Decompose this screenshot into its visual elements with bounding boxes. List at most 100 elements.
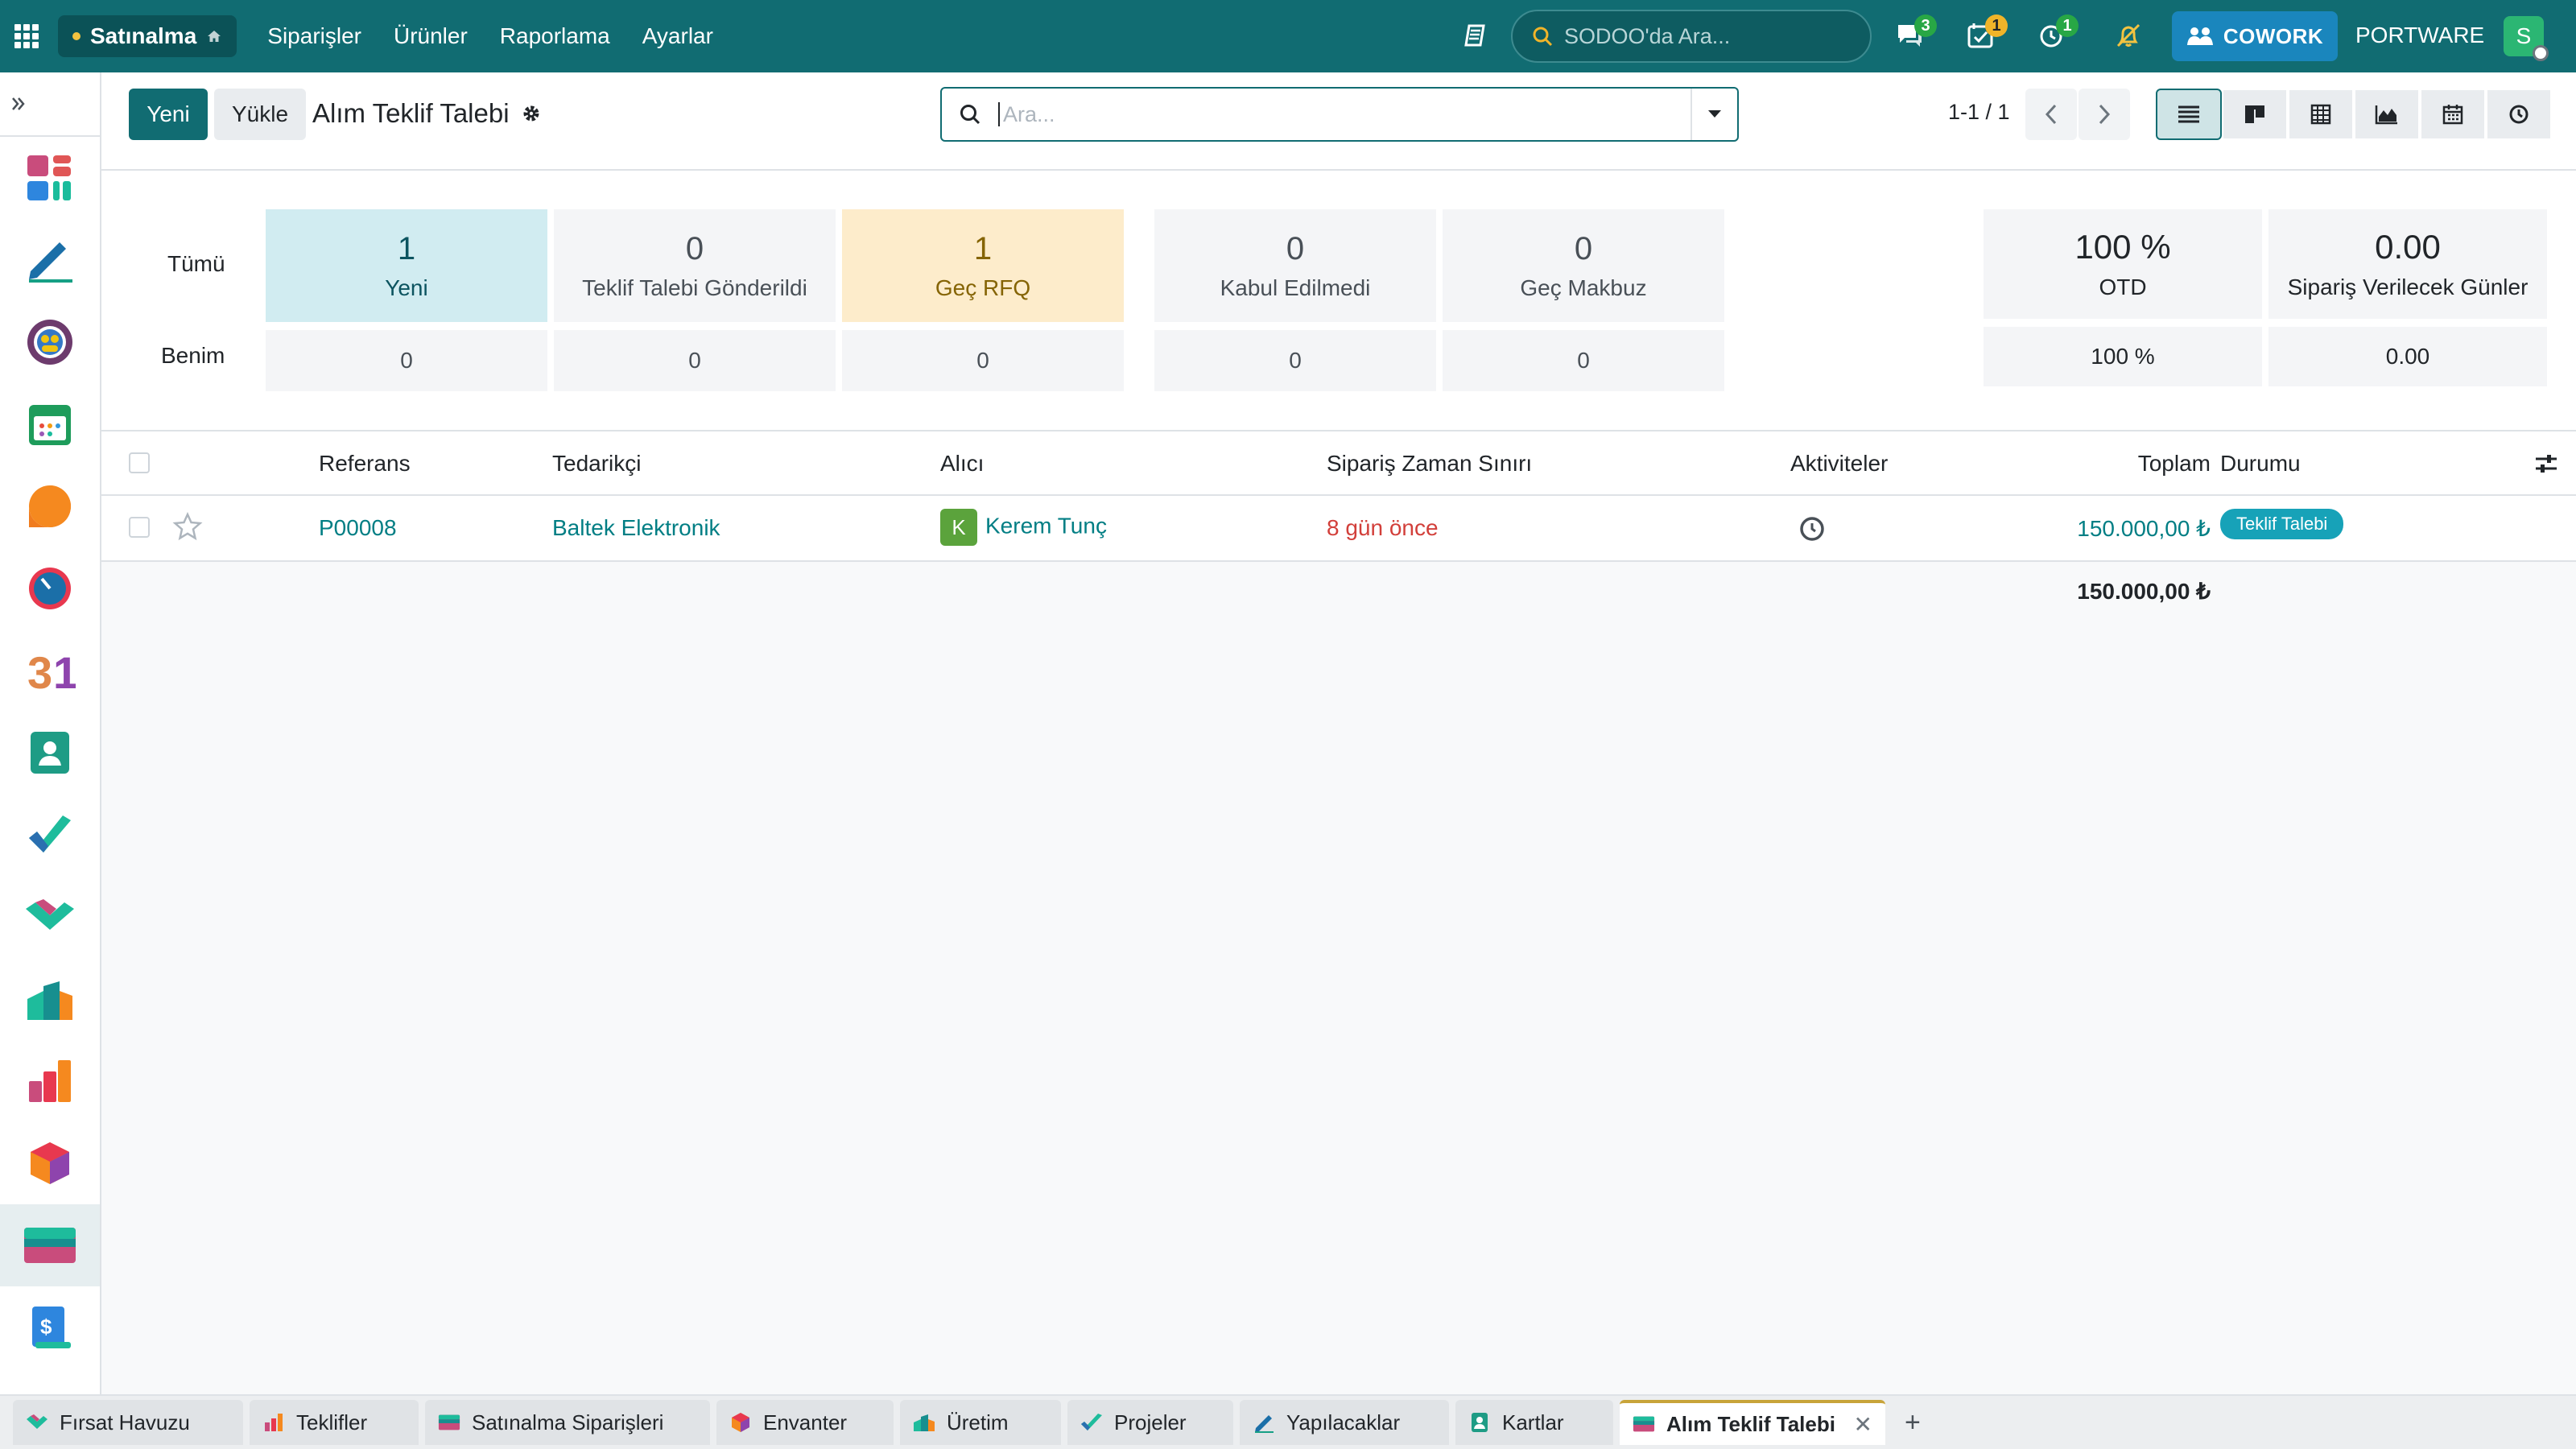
tab-cards[interactable]: Kartlar <box>1455 1400 1613 1445</box>
row-checkbox[interactable] <box>129 517 150 538</box>
tab-inventory[interactable]: Envanter <box>716 1400 894 1445</box>
row-label-all: Tümü <box>167 251 225 276</box>
column-vendor[interactable]: Tedarikçi <box>552 451 641 477</box>
company-switcher[interactable]: PORTWARE <box>2355 23 2484 48</box>
sidebar-app-calendar[interactable] <box>0 383 100 465</box>
table-icon <box>2310 104 2331 125</box>
mine-late-receipt[interactable]: 0 <box>1443 330 1724 391</box>
bottom-tab-bar: Fırsat Havuzu Teklifler Satınalma Sipari… <box>0 1394 2576 1449</box>
timer-icon[interactable]: 1 <box>2035 14 2079 52</box>
cowork-button[interactable]: COWORK <box>2172 11 2338 61</box>
sidebar-app-crm[interactable] <box>0 876 100 958</box>
activity-view-button[interactable] <box>2486 89 2552 140</box>
kpi-value: 100 % <box>2074 228 2171 266</box>
mine-late-rfq[interactable]: 0 <box>842 330 1124 391</box>
card-late-rfq[interactable]: 1 Geç RFQ <box>842 209 1124 322</box>
card-value: 0 <box>1574 230 1593 266</box>
pager-previous[interactable] <box>2025 89 2077 140</box>
kpi-label: OTD <box>2099 275 2147 299</box>
column-buyer[interactable]: Alıcı <box>940 451 984 477</box>
row-buyer-cell[interactable]: K Kerem Tunç <box>940 509 1107 546</box>
mine-new[interactable]: 0 <box>266 330 547 391</box>
activity-clock-icon[interactable] <box>1798 515 1826 543</box>
card-late-receipt[interactable]: 0 Geç Makbuz <box>1443 209 1724 322</box>
pager-value[interactable]: 1-1 / 1 <box>1948 100 2010 125</box>
pivot-view-button[interactable] <box>2288 89 2354 140</box>
column-total[interactable]: Toplam <box>2138 451 2211 477</box>
row-vendor[interactable]: Baltek Elektronik <box>552 515 720 541</box>
kanban-view-button[interactable] <box>2222 89 2288 140</box>
svg-text:3: 3 <box>27 647 52 695</box>
column-reference[interactable]: Referans <box>319 451 411 477</box>
search-options-toggle[interactable] <box>1690 89 1737 140</box>
expand-sidebar-icon[interactable] <box>0 72 100 137</box>
mine-rfq-sent[interactable]: 0 <box>554 330 836 391</box>
menu-products[interactable]: Ürünler <box>394 23 468 49</box>
notifications-off-icon[interactable] <box>2112 19 2145 52</box>
docs-icon[interactable] <box>1459 19 1491 52</box>
select-all-checkbox[interactable] <box>129 452 150 473</box>
tab-manufacturing[interactable]: Üretim <box>900 1400 1061 1445</box>
tab-rfq[interactable]: Alım Teklif Talebi ✕ <box>1620 1400 1885 1445</box>
tab-quotations[interactable]: Teklifler <box>250 1400 419 1445</box>
column-order-deadline[interactable]: Sipariş Zaman Sınırı <box>1327 451 1532 477</box>
card-rfq-sent[interactable]: 0 Teklif Talebi Gönderildi <box>554 209 836 322</box>
sidebar-app-todo[interactable] <box>0 794 100 876</box>
pencil-app-icon <box>29 242 72 283</box>
search-input[interactable]: Ara... <box>940 87 1739 142</box>
mine-not-acknowledged[interactable]: 0 <box>1154 330 1436 391</box>
calendar-view-button[interactable] <box>2420 89 2486 140</box>
new-button[interactable]: Yeni <box>129 89 208 140</box>
search-icon <box>1533 27 1553 47</box>
sidebar-app-discuss[interactable] <box>0 465 100 547</box>
tab-opportunity-pool[interactable]: Fırsat Havuzu <box>13 1400 243 1445</box>
activities-icon[interactable]: 1 <box>1964 14 2008 52</box>
table-row[interactable]: P00008 Baltek Elektronik K Kerem Tunç 8 g… <box>101 496 2576 562</box>
sidebar-app-products[interactable] <box>0 1122 100 1204</box>
menu-orders[interactable]: Siparişler <box>267 23 361 49</box>
graph-view-button[interactable] <box>2354 89 2420 140</box>
tab-label: Satınalma Siparişleri <box>472 1410 664 1435</box>
tab-projects[interactable]: Projeler <box>1067 1400 1233 1445</box>
column-activities[interactable]: Aktiviteler <box>1790 451 1888 477</box>
contacts-app-icon <box>31 732 69 774</box>
card-not-acknowledged[interactable]: 0 Kabul Edilmedi <box>1154 209 1436 322</box>
calendar-31-icon: 31 <box>27 647 76 695</box>
sidebar-app-inventory[interactable] <box>0 958 100 1040</box>
sidebar-app-sales[interactable] <box>0 1040 100 1122</box>
kpi-value: 0.00 <box>2375 228 2441 266</box>
sidebar-app-dashboard[interactable] <box>0 137 100 219</box>
sidebar-app-contacts[interactable] <box>0 712 100 794</box>
caret-down-icon <box>1708 110 1721 118</box>
apps-grid-icon[interactable] <box>14 24 39 48</box>
add-tab-icon[interactable]: + <box>1905 1407 1921 1439</box>
star-icon[interactable] <box>172 512 203 541</box>
row-reference[interactable]: P00008 <box>319 515 397 541</box>
gear-icon[interactable] <box>521 103 542 124</box>
tab-todo[interactable]: Yapılacaklar <box>1240 1400 1449 1445</box>
sidebar-app-invoicing[interactable]: $ <box>0 1286 100 1368</box>
global-search[interactable]: SODOO'da Ara... <box>1511 10 1872 63</box>
card-new[interactable]: 1 Yeni <box>266 209 547 322</box>
menu-reporting[interactable]: Raporlama <box>500 23 610 49</box>
sidebar-app-calendar-31[interactable]: 31 <box>0 630 100 712</box>
sidebar-app-team[interactable] <box>0 301 100 383</box>
upload-button[interactable]: Yükle <box>214 89 306 140</box>
user-avatar[interactable]: S <box>2504 16 2549 61</box>
sidebar-app-notes[interactable] <box>0 219 100 301</box>
column-status[interactable]: Durumu <box>2220 451 2301 477</box>
optional-columns-icon[interactable] <box>2534 452 2558 475</box>
pager-next[interactable] <box>2079 89 2130 140</box>
close-tab-icon[interactable]: ✕ <box>1854 1411 1872 1438</box>
handshake-icon <box>26 1411 48 1434</box>
list-view-button[interactable] <box>2156 89 2222 140</box>
messages-icon[interactable]: 3 <box>1893 14 1937 52</box>
tab-purchase-orders[interactable]: Satınalma Siparişleri <box>425 1400 710 1445</box>
search-placeholder: Ara... <box>998 102 1690 126</box>
app-switcher[interactable]: Satınalma <box>58 15 237 57</box>
sidebar-app-timesheet[interactable] <box>0 547 100 630</box>
rfq-list: Referans Tedarikçi Alıcı Sipariş Zaman S… <box>101 431 2576 1394</box>
cube-app-icon <box>31 1142 69 1184</box>
menu-settings[interactable]: Ayarlar <box>642 23 713 49</box>
sidebar-app-purchase[interactable] <box>0 1204 100 1286</box>
